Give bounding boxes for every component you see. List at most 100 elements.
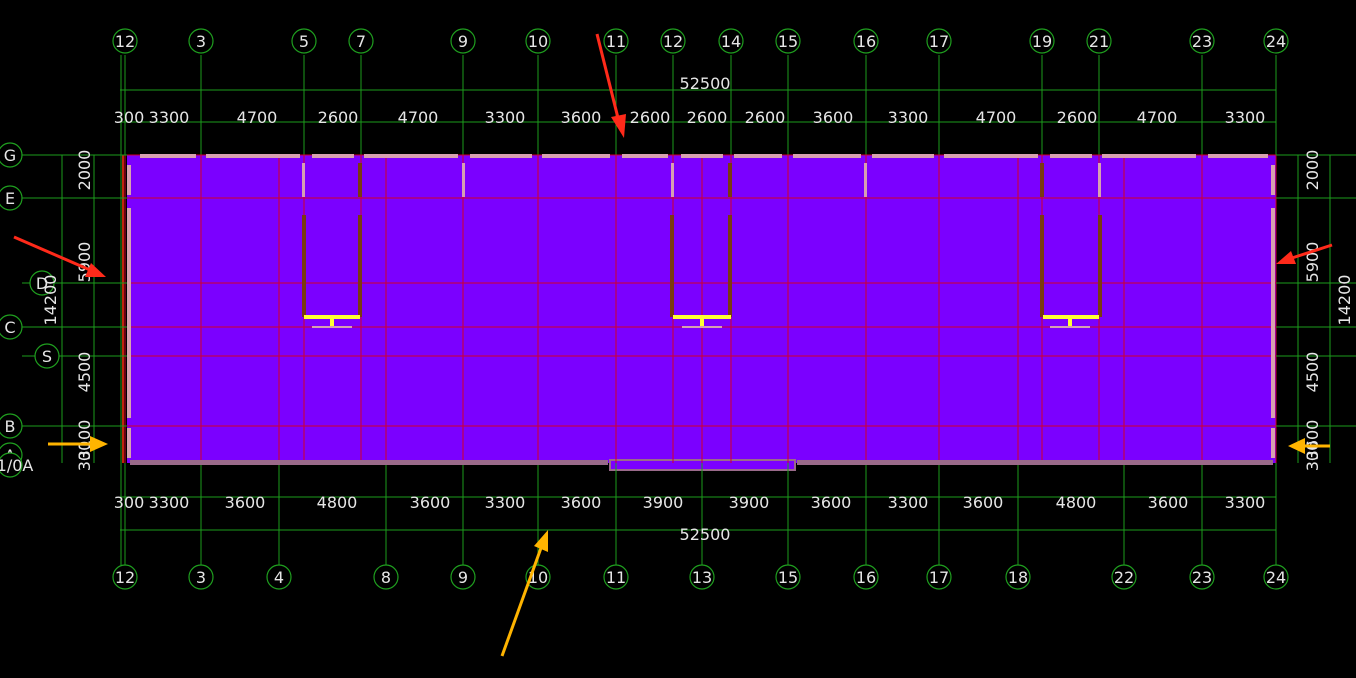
axis-label: 8 — [381, 568, 391, 587]
left-axis-G: G — [0, 142, 23, 168]
bottom-dim-text: 4800 — [317, 493, 358, 512]
left-axis-B: B — [0, 413, 23, 439]
top-axis-17: 17 — [926, 28, 952, 54]
bottom-axis-17: 17 — [926, 564, 952, 590]
bottom-axis-9: 9 — [450, 564, 476, 590]
axis-label: 12 — [115, 32, 135, 51]
bottom-total-dimension: 52500 — [680, 525, 731, 544]
axis-label: 23 — [1192, 32, 1212, 51]
axis-label: 17 — [929, 32, 949, 51]
bottom-dim-text: 3900 — [729, 493, 770, 512]
top-dim-text: 3300 — [485, 108, 526, 127]
top-axis-5: 5 — [291, 28, 317, 54]
axis-label: 22 — [1114, 568, 1134, 587]
left-dim-text: 4500 — [75, 352, 94, 393]
bottom-axis-15: 15 — [775, 564, 801, 590]
top-axis-16: 16 — [853, 28, 879, 54]
axis-label: C — [4, 318, 15, 337]
axis-label: 17 — [929, 568, 949, 587]
left-axis-E: E — [0, 185, 23, 211]
axis-label: 18 — [1008, 568, 1028, 587]
top-axis-12: 12 — [660, 28, 686, 54]
top-dim-text: 3300 — [149, 108, 190, 127]
top-dim-text: 4700 — [237, 108, 278, 127]
left-axis-C: C — [0, 314, 23, 340]
left-axis-S: S — [34, 343, 60, 369]
axis-label: 23 — [1192, 568, 1212, 587]
right-total-dimension: 14200 — [1335, 275, 1354, 326]
axis-label: 3 — [196, 568, 206, 587]
top-axis-24: 24 — [1263, 28, 1289, 54]
bottom-axis-3: 3 — [188, 564, 214, 590]
top-dim-text: 3600 — [813, 108, 854, 127]
left-dim-text: 2000 — [75, 150, 94, 191]
bottom-dim-text: 3600 — [963, 493, 1004, 512]
top-dim-text: 3300 — [888, 108, 929, 127]
top-axis-15: 15 — [775, 28, 801, 54]
axis-label: 16 — [856, 32, 876, 51]
bottom-dim-text: 3600 — [561, 493, 602, 512]
axis-label: 15 — [778, 568, 798, 587]
axis-label: 4 — [274, 568, 284, 587]
bottom-axis-11: 11 — [603, 564, 629, 590]
bottom-axis-16: 16 — [853, 564, 879, 590]
bottom-dim-text: 3600 — [1148, 493, 1189, 512]
bottom-dim-text: 3600 — [410, 493, 451, 512]
top-dim-text: 2600 — [630, 108, 671, 127]
axis-label: 3 — [196, 32, 206, 51]
top-dim-text: 4700 — [976, 108, 1017, 127]
top-axis-9: 9 — [450, 28, 476, 54]
axis-label: G — [4, 146, 16, 165]
bottom-dim-text: 3600 — [225, 493, 266, 512]
right-dim-text: 4500 — [1303, 352, 1322, 393]
top-dim-text: 2600 — [687, 108, 728, 127]
axis-label: 12 — [663, 32, 683, 51]
bottom-dim-text: 3300 — [149, 493, 190, 512]
left-axis-1/0A: 1/0A — [0, 452, 33, 478]
axis-label: 24 — [1266, 32, 1286, 51]
top-dim-text: 4700 — [1137, 108, 1178, 127]
top-axis-7: 7 — [348, 28, 374, 54]
axis-label: 24 — [1266, 568, 1286, 587]
top-dim-text: 2600 — [318, 108, 359, 127]
axis-label: 1/0A — [0, 456, 33, 475]
top-dim-text: 3600 — [561, 108, 602, 127]
axis-label: E — [5, 189, 15, 208]
cad-plan-canvas[interactable]: 12 3 5 7 9 10 11 12 14 15 16 17 19 21 23 24 12 3 4 8 9 10 11 1… — [0, 0, 1356, 678]
bottom-axis-22: 22 — [1111, 564, 1137, 590]
top-dim-text: 2600 — [745, 108, 786, 127]
bottom-dim-text: 3600 — [811, 493, 852, 512]
bottom-axis-4: 4 — [266, 564, 292, 590]
top-dim-text: 3300 — [1225, 108, 1266, 127]
axis-label: 12 — [115, 568, 135, 587]
axis-label: 19 — [1032, 32, 1052, 51]
axis-label: 15 — [778, 32, 798, 51]
axis-label: 21 — [1089, 32, 1109, 51]
top-axis-11: 11 — [603, 28, 629, 54]
axis-label: 14 — [721, 32, 741, 51]
bottom-dim-text: 3300 — [1225, 493, 1266, 512]
bottom-dim-text: 300 — [114, 493, 145, 512]
top-axis-21: 21 — [1086, 28, 1112, 54]
axis-label: 16 — [856, 568, 876, 587]
bottom-dim-text: 4800 — [1056, 493, 1097, 512]
bottom-axis-8: 8 — [373, 564, 399, 590]
axis-label: 9 — [458, 568, 468, 587]
axis-label: S — [42, 347, 52, 366]
top-dim-text: 2600 — [1057, 108, 1098, 127]
top-dim-text: 300 — [114, 108, 145, 127]
top-axis-12: 12 — [112, 28, 138, 54]
top-total-dimension: 52500 — [680, 74, 731, 93]
bottom-axis-18: 18 — [1005, 564, 1031, 590]
axis-label: 9 — [458, 32, 468, 51]
bottom-axis-13: 13 — [689, 564, 715, 590]
axis-label: 5 — [299, 32, 309, 51]
top-axis-3: 3 — [188, 28, 214, 54]
bottom-dim-text: 3300 — [485, 493, 526, 512]
top-axis-10: 10 — [525, 28, 551, 54]
bottom-axis-12: 12 — [112, 564, 138, 590]
axis-label: B — [5, 417, 16, 436]
bottom-axis-23: 23 — [1189, 564, 1215, 590]
top-dim-text: 4700 — [398, 108, 439, 127]
axis-label: 11 — [606, 568, 626, 587]
